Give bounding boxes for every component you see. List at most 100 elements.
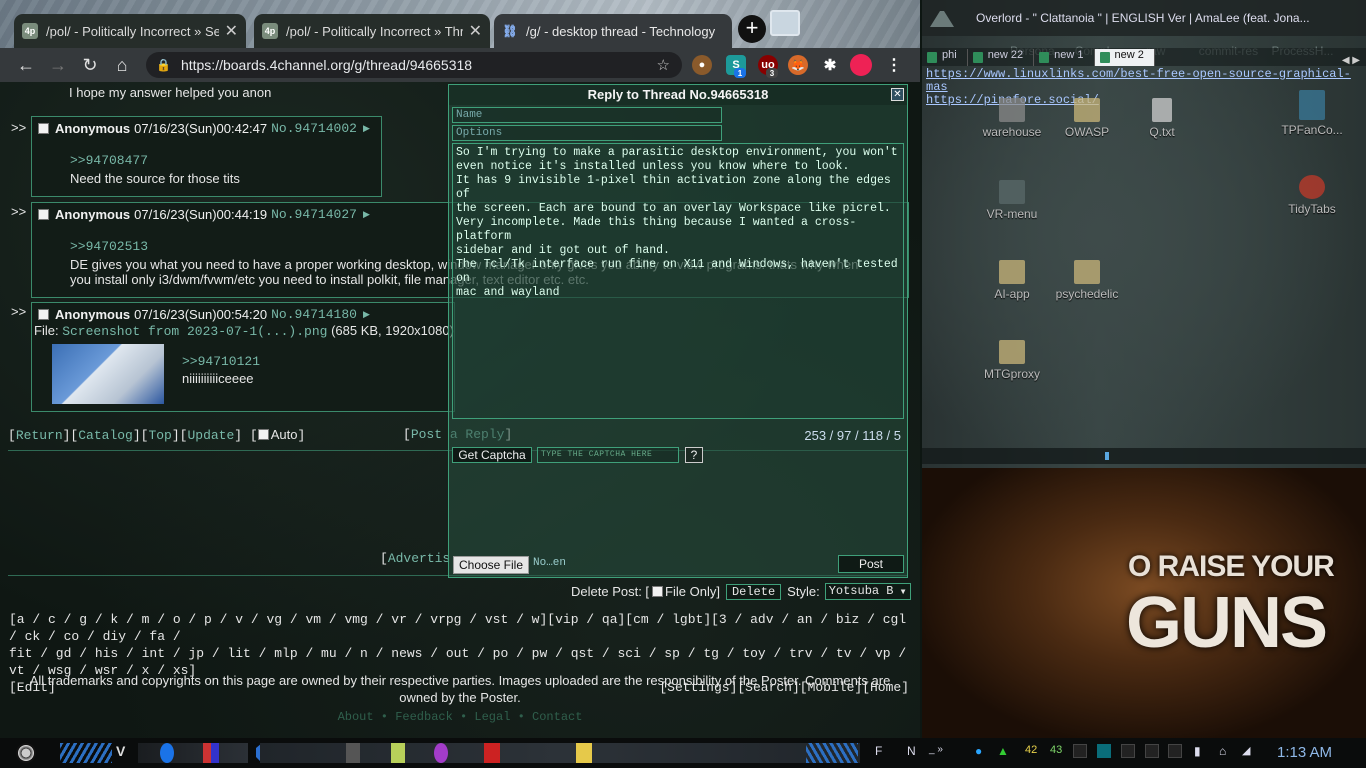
app-icon[interactable] (484, 743, 500, 763)
tray-letter[interactable]: F (875, 744, 882, 758)
system-clock[interactable]: 1:13 AM (1277, 744, 1332, 761)
tab-pol-thread[interactable]: 4p /pol/ - Politically Incorrect » Thre … (254, 14, 490, 48)
tab-scroll-arrows[interactable]: ◀ ▶ (1342, 55, 1360, 66)
choose-file-button[interactable]: Choose File (453, 556, 529, 574)
tray-app-icon[interactable] (1097, 744, 1111, 758)
forward-arrow-icon[interactable]: → (42, 49, 74, 81)
horizontal-scrollbar[interactable] (922, 448, 1366, 464)
captcha-input[interactable]: TYPE THE CAPTCHA HERE (537, 447, 679, 463)
board-links-line[interactable]: [a / c / g / k / m / o / p / v / vg / vm… (9, 611, 909, 645)
menu-kebab-icon[interactable]: ⋮ (884, 55, 904, 75)
tray-dot-icon[interactable]: ● (975, 744, 982, 758)
tray-app-icon[interactable] (1168, 744, 1182, 758)
delete-button[interactable]: Delete (725, 583, 782, 600)
post-menu-arrow-icon[interactable]: ▶ (363, 309, 370, 320)
address-bar[interactable]: 🔒 https://boards.4channel.org/g/thread/9… (146, 52, 682, 78)
get-captcha-button[interactable]: Get Captcha (452, 447, 532, 463)
terminal-icon[interactable] (346, 743, 360, 763)
chrome-icon[interactable] (160, 743, 174, 763)
post-checkbox[interactable] (38, 309, 49, 320)
close-tab-icon[interactable]: ✕ (469, 21, 482, 41)
tray-app-icon[interactable] (1121, 744, 1135, 758)
quote-link[interactable]: >>94708477 (70, 153, 375, 168)
scrollbar-thumb[interactable] (1105, 452, 1109, 460)
reload-icon[interactable]: ↻ (74, 49, 106, 81)
notepad-tab[interactable]: phi (922, 49, 968, 66)
post-menu-arrow-icon[interactable]: ▶ (363, 209, 370, 220)
post-number-link[interactable]: No.94714002 (271, 121, 357, 136)
fox-extension-icon[interactable]: 🦊 (788, 55, 808, 75)
tray-letter[interactable]: N (907, 744, 916, 758)
cookie-extension-icon[interactable]: ● (692, 55, 712, 75)
new-tab-button[interactable]: + (738, 15, 766, 43)
desktop-icon[interactable]: psychedelic (1027, 260, 1147, 301)
tab-title: /pol/ - Politically Incorrect » Thre (286, 23, 463, 39)
no-file-chosen-label: No…en (533, 557, 567, 569)
options-field[interactable]: Options (452, 125, 722, 141)
app-icon[interactable] (203, 743, 219, 763)
auto-update-checkbox[interactable] (257, 429, 269, 440)
post-image-thumbnail[interactable] (52, 344, 164, 404)
auto-label: Auto (270, 427, 298, 442)
battery-icon[interactable]: ▮ (1194, 744, 1201, 758)
comment-textarea[interactable]: So I'm trying to make a parasitic deskto… (452, 143, 904, 419)
volume-icon[interactable]: ◢ (1242, 744, 1250, 757)
profile-avatar[interactable] (850, 54, 872, 76)
footer-links[interactable]: About • Feedback • Legal • Contact (0, 710, 920, 724)
tab-g-desktop-thread[interactable]: ⛓ /g/ - desktop thread - Technology (494, 14, 732, 48)
desktop-icon[interactable]: TPFanCo... (1252, 90, 1366, 137)
post-button[interactable]: Post (838, 555, 904, 573)
catalog-link[interactable]: Catalog (78, 428, 133, 443)
screenshot-app-icon[interactable] (770, 10, 800, 36)
side-arrows: >> (11, 120, 27, 135)
file-only-checkbox[interactable] (652, 586, 664, 597)
tab-pol-search[interactable]: 4p /pol/ - Politically Incorrect » Sear … (14, 14, 246, 48)
file-info: File: Screenshot from 2023-07-1(...).png… (34, 323, 454, 339)
advertise-link[interactable]: Advertis (388, 551, 450, 566)
captcha-help-button[interactable]: ? (685, 447, 703, 463)
taskbar-app-group[interactable] (138, 743, 248, 763)
desktop-icon[interactable]: Q.txt (1102, 98, 1222, 139)
reply-form-title[interactable]: Reply to Thread No.94665318 (449, 85, 907, 105)
notepad-icon[interactable] (391, 743, 405, 763)
post-checkbox[interactable] (38, 123, 49, 134)
notepad-tab[interactable]: new 1 (1034, 49, 1095, 66)
tray-chart-icon[interactable]: ▲ (997, 744, 1009, 758)
tray-app-icon[interactable] (1145, 744, 1159, 758)
desktop-icon[interactable]: MTGproxy (952, 340, 1072, 381)
poster-name: Anonymous (55, 121, 131, 136)
style-label: Style: (787, 584, 820, 599)
home-icon[interactable]: ⌂ (106, 49, 138, 81)
tray-arrows-icon[interactable]: _ » (929, 744, 943, 755)
desktop-icon[interactable]: VR-menu (952, 180, 1072, 221)
media-player-icon[interactable] (434, 743, 448, 763)
post-number-link[interactable]: No.94714180 (271, 307, 357, 322)
video-player[interactable]: O RAISE YOUR GUNS (922, 468, 1366, 738)
desktop-icon[interactable]: TidyTabs (1252, 175, 1366, 216)
quote-link[interactable]: >>94710121 (182, 354, 260, 369)
folder-icon[interactable] (576, 743, 592, 763)
v-app-icon[interactable]: V (116, 743, 130, 763)
top-link[interactable]: Top (148, 428, 171, 443)
notepad-tab-active[interactable]: new 2 (1094, 49, 1155, 66)
chain-favicon-icon: ⛓ (502, 24, 518, 38)
close-icon[interactable]: ✕ (891, 88, 904, 101)
notepad-tab[interactable]: new 22 (968, 49, 1035, 66)
network-icon[interactable]: ⌂ (1219, 744, 1226, 758)
url-text: https://boards.4channel.org/g/thread/946… (180, 57, 473, 73)
return-link[interactable]: Return (16, 428, 63, 443)
back-arrow-icon[interactable]: ← (10, 49, 42, 81)
start-button-icon[interactable] (16, 743, 36, 763)
file-name-link[interactable]: Screenshot from 2023-07-1(...).png (62, 324, 327, 339)
extensions-puzzle-icon[interactable]: ✱ (820, 55, 840, 75)
post-number-link[interactable]: No.94714027 (271, 207, 357, 222)
post-menu-arrow-icon[interactable]: ▶ (363, 123, 370, 134)
close-tab-icon[interactable]: ✕ (225, 21, 238, 41)
poster-name: Anonymous (55, 207, 131, 222)
update-link[interactable]: Update (187, 428, 234, 443)
post-checkbox[interactable] (38, 209, 49, 220)
name-field[interactable]: Name (452, 107, 722, 123)
style-select[interactable]: Yotsuba B ▾ (824, 583, 911, 600)
bookmark-star-icon[interactable]: ☆ (657, 56, 670, 74)
tray-app-icon[interactable] (1073, 744, 1087, 758)
